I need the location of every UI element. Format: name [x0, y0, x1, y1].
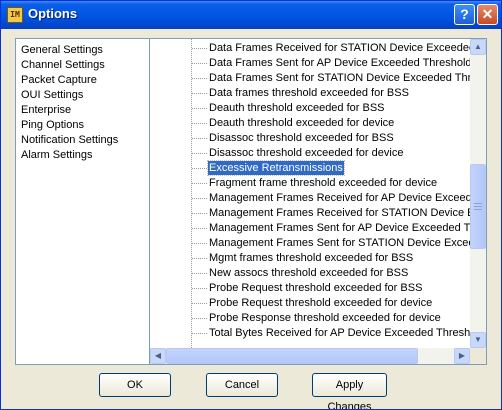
grip-line: [474, 209, 482, 210]
alarm-item[interactable]: Data Frames Received for STATION Device …: [208, 41, 486, 55]
grip-line: [474, 206, 482, 207]
category-general-settings[interactable]: General Settings: [21, 43, 103, 57]
tree-branch: [192, 318, 207, 319]
tree-branch: [192, 213, 207, 214]
alarm-item[interactable]: New assocs threshold exceeded for BSS: [208, 266, 409, 280]
cancel-button[interactable]: Cancel: [206, 373, 278, 397]
tree-branch: [192, 258, 207, 259]
grip-line: [474, 203, 482, 204]
scroll-up-arrow-icon[interactable]: ▲: [470, 39, 486, 55]
category-channel-settings[interactable]: Channel Settings: [21, 58, 105, 72]
app-icon: IM: [7, 7, 23, 23]
tree-branch: [192, 168, 207, 169]
tree-branch: [192, 333, 207, 334]
vertical-scrollbar[interactable]: ▲ ▼: [470, 39, 486, 348]
alarm-item[interactable]: Data Frames Sent for STATION Device Exce…: [208, 71, 486, 85]
apply-changes-button[interactable]: Apply Changes: [312, 373, 387, 409]
tree-branch: [192, 288, 207, 289]
tree-branch: [192, 108, 207, 109]
tree-branch: [192, 63, 207, 64]
alarm-item[interactable]: Probe Request threshold exceeded for BSS: [208, 281, 423, 295]
alarm-item[interactable]: Deauth threshold exceeded for BSS: [208, 101, 386, 115]
tree-branch: [192, 243, 207, 244]
alarm-item[interactable]: Management Frames Received for STATION D…: [208, 206, 486, 220]
tree-branch: [192, 198, 207, 199]
tree-branch: [192, 78, 207, 79]
alarm-item[interactable]: Management Frames Sent for STATION Devic…: [208, 236, 486, 250]
scroll-down-arrow-icon[interactable]: ▼: [470, 332, 486, 348]
tree-branch: [192, 48, 207, 49]
options-dialog: IM Options ? ✕ General Settings Channel …: [0, 0, 502, 410]
category-ping-options[interactable]: Ping Options: [21, 118, 84, 132]
tree-branch: [192, 138, 207, 139]
alarm-item[interactable]: Fragment frame threshold exceeded for de…: [208, 176, 438, 190]
vertical-scroll-thumb[interactable]: [470, 164, 486, 249]
title-bar[interactable]: IM Options ? ✕: [1, 1, 501, 29]
tree-branch: [192, 123, 207, 124]
tree-branch: [192, 303, 207, 304]
alarm-item[interactable]: Mgmt frames threshold exceeded for BSS: [208, 251, 414, 265]
tree-branch: [192, 183, 207, 184]
help-button[interactable]: ?: [454, 4, 475, 25]
scrollbar-corner: [470, 348, 486, 364]
alarm-item-selected[interactable]: Excessive Retransmissions: [207, 160, 345, 176]
alarm-tree[interactable]: Data Frames Received for STATION Device …: [149, 38, 487, 365]
alarm-item[interactable]: Disassoc threshold exceeded for BSS: [208, 131, 395, 145]
alarm-item[interactable]: Management Frames Sent for AP Device Exc…: [208, 221, 486, 235]
horizontal-scroll-thumb[interactable]: [166, 348, 418, 364]
alarm-item[interactable]: Probe Response threshold exceeded for de…: [208, 311, 442, 325]
alarm-item[interactable]: Management Frames Received for AP Device…: [208, 191, 485, 205]
tree-connector: [191, 39, 192, 348]
alarm-item[interactable]: Probe Request threshold exceeded for dev…: [208, 296, 433, 310]
close-button[interactable]: ✕: [477, 4, 498, 25]
alarm-item[interactable]: Data Frames Sent for AP Device Exceeded …: [208, 56, 478, 70]
alarm-item[interactable]: Data frames threshold exceeded for BSS: [208, 86, 410, 100]
category-packet-capture[interactable]: Packet Capture: [21, 73, 97, 87]
alarm-item[interactable]: Deauth threshold exceeded for device: [208, 116, 395, 130]
category-oui-settings[interactable]: OUI Settings: [21, 88, 83, 102]
alarm-item[interactable]: Total Bytes Received for AP Device Excee…: [208, 326, 486, 340]
tree-branch: [192, 93, 207, 94]
category-enterprise[interactable]: Enterprise: [21, 103, 71, 117]
category-list[interactable]: General Settings Channel Settings Packet…: [15, 38, 151, 365]
category-alarm-settings[interactable]: Alarm Settings: [21, 148, 93, 162]
horizontal-scrollbar[interactable]: ◀ ▶: [150, 348, 470, 364]
tree-branch: [192, 153, 207, 154]
window-title: Options: [28, 6, 78, 21]
scroll-right-arrow-icon[interactable]: ▶: [454, 348, 470, 364]
alarm-item[interactable]: Disassoc threshold exceeded for device: [208, 146, 404, 160]
tree-branch: [192, 228, 207, 229]
scroll-left-arrow-icon[interactable]: ◀: [150, 348, 166, 364]
category-notification-settings[interactable]: Notification Settings: [21, 133, 118, 147]
ok-button[interactable]: OK: [99, 373, 171, 397]
tree-branch: [192, 273, 207, 274]
